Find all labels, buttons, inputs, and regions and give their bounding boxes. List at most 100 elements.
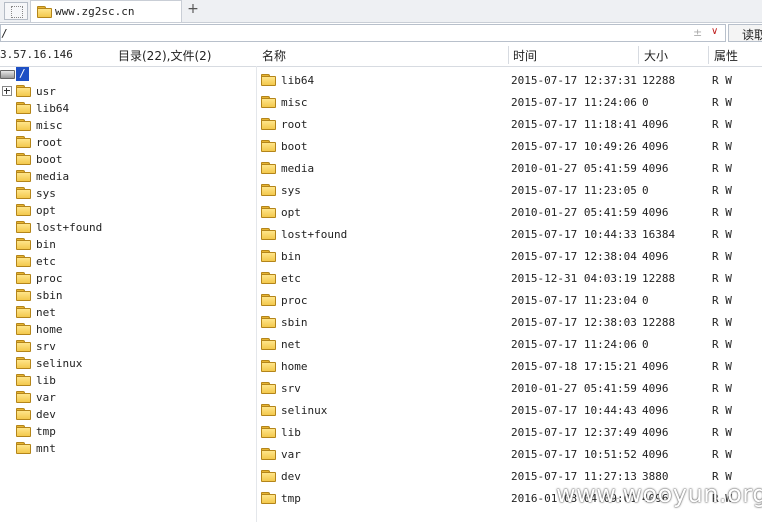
file-name: lost+found <box>281 228 348 241</box>
file-row[interactable]: etc 2015-12-31 04:03:19 12288 R W <box>257 267 762 289</box>
folder-icon <box>261 184 276 196</box>
file-time: 2015-07-17 10:44:43 <box>511 404 637 417</box>
file-time: 2015-07-17 11:18:41 <box>511 118 637 131</box>
file-name: media <box>281 162 315 175</box>
read-button[interactable]: 读取 <box>728 24 762 42</box>
file-row[interactable]: selinux 2015-07-17 10:44:43 4096 R W <box>257 399 762 421</box>
file-time: 2015-07-17 12:38:03 <box>511 316 637 329</box>
file-row[interactable]: var 2015-07-17 10:51:52 4096 R W <box>257 443 762 465</box>
tree-item[interactable]: lib <box>0 372 256 389</box>
file-name: bin <box>281 250 301 263</box>
file-row[interactable]: opt 2010-01-27 05:41:59 4096 R W <box>257 201 762 223</box>
folder-icon <box>261 360 276 372</box>
tree-item[interactable]: lib64 <box>0 100 256 117</box>
file-row[interactable]: sys 2015-07-17 11:23:05 0 R W <box>257 179 762 201</box>
column-divider[interactable] <box>708 46 709 64</box>
new-tab-plus-icon[interactable]: + <box>186 1 200 17</box>
folder-icon <box>16 187 31 199</box>
tree-item-label: mnt <box>36 442 56 455</box>
file-row[interactable]: net 2015-07-17 11:24:06 0 R W <box>257 333 762 355</box>
file-size: 0 <box>642 294 649 307</box>
folder-icon <box>16 85 31 97</box>
file-name: boot <box>281 140 308 153</box>
file-name: sys <box>281 184 301 197</box>
tree-item[interactable]: home <box>0 321 256 338</box>
tab-title: www.zg2sc.cn <box>55 5 135 18</box>
tree-item-label: misc <box>36 119 63 132</box>
tree-item[interactable]: net <box>0 304 256 321</box>
file-size: 12288 <box>642 316 676 329</box>
file-size: 4096 <box>642 162 669 175</box>
folder-icon <box>16 221 31 233</box>
tree-item-label: var <box>36 391 56 404</box>
tree-item[interactable]: opt <box>0 202 256 219</box>
file-row[interactable]: lib 2015-07-17 12:37:49 4096 R W <box>257 421 762 443</box>
folder-icon <box>16 374 31 386</box>
file-row[interactable]: root 2015-07-17 11:18:41 4096 R W <box>257 113 762 135</box>
expand-icon[interactable] <box>2 86 12 96</box>
folder-icon <box>16 442 31 454</box>
file-attr: R W <box>712 360 732 373</box>
column-divider[interactable] <box>508 46 509 64</box>
folder-icon <box>16 255 31 267</box>
file-row[interactable]: media 2010-01-27 05:41:59 4096 R W <box>257 157 762 179</box>
file-row[interactable]: misc 2015-07-17 11:24:06 0 R W <box>257 91 762 113</box>
folder-icon <box>261 228 276 240</box>
tree-item[interactable]: media <box>0 168 256 185</box>
tree-item[interactable]: usr <box>0 83 256 100</box>
file-row[interactable]: sbin 2015-07-17 12:38:03 12288 R W <box>257 311 762 333</box>
tree-item-label: lib <box>36 374 56 387</box>
file-name: lib64 <box>281 74 315 87</box>
tree-item[interactable]: boot <box>0 151 256 168</box>
sort-icon[interactable]: ± <box>693 26 702 39</box>
tab-menu-button[interactable] <box>4 2 28 20</box>
file-attr: R W <box>712 404 732 417</box>
tree-item[interactable]: proc <box>0 270 256 287</box>
tree-item[interactable]: selinux <box>0 355 256 372</box>
file-name: selinux <box>281 404 328 417</box>
file-time: 2015-07-17 10:49:26 <box>511 140 637 153</box>
file-row[interactable]: bin 2015-07-17 12:38:04 4096 R W <box>257 245 762 267</box>
file-row[interactable]: lib64 2015-07-17 12:37:31 12288 R W <box>257 69 762 91</box>
folder-icon <box>261 448 276 460</box>
drive-icon <box>0 70 15 79</box>
tree-item[interactable]: srv <box>0 338 256 355</box>
file-attr: R W <box>712 206 732 219</box>
file-row[interactable]: proc 2015-07-17 11:23:04 0 R W <box>257 289 762 311</box>
file-row[interactable]: home 2015-07-18 17:15:21 4096 R W <box>257 355 762 377</box>
tree-item[interactable]: misc <box>0 117 256 134</box>
folder-icon <box>37 6 52 18</box>
tab-site[interactable]: www.zg2sc.cn <box>30 0 182 22</box>
file-row[interactable]: boot 2015-07-17 10:49:26 4096 R W <box>257 135 762 157</box>
file-row[interactable]: srv 2010-01-27 05:41:59 4096 R W <box>257 377 762 399</box>
tree-item[interactable]: var <box>0 389 256 406</box>
file-row[interactable]: lost+found 2015-07-17 10:44:33 16384 R W <box>257 223 762 245</box>
file-size: 4096 <box>642 404 669 417</box>
tree-item[interactable]: sbin <box>0 287 256 304</box>
folder-icon <box>16 425 31 437</box>
column-time[interactable]: 时间 <box>513 47 537 64</box>
tree-item[interactable]: dev <box>0 406 256 423</box>
tree-item-label: srv <box>36 340 56 353</box>
tree-item[interactable]: mnt <box>0 440 256 457</box>
file-time: 2010-01-27 05:41:59 <box>511 382 637 395</box>
file-size: 4096 <box>642 360 669 373</box>
file-time: 2015-07-17 11:24:06 <box>511 96 637 109</box>
tree-item[interactable]: bin <box>0 236 256 253</box>
column-divider[interactable] <box>638 46 639 64</box>
tree-item[interactable]: root <box>0 134 256 151</box>
column-name[interactable]: 名称 <box>262 47 286 64</box>
path-input[interactable]: / ± ∨ <box>0 24 726 42</box>
folder-icon <box>16 119 31 131</box>
path-text: / <box>1 27 8 40</box>
tree-item[interactable]: lost+found <box>0 219 256 236</box>
file-attr: R W <box>712 338 732 351</box>
file-time: 2015-07-17 12:37:31 <box>511 74 637 87</box>
tree-item[interactable]: etc <box>0 253 256 270</box>
column-size[interactable]: 大小 <box>644 47 668 64</box>
file-size: 0 <box>642 184 649 197</box>
tree-item[interactable]: sys <box>0 185 256 202</box>
tree-item[interactable]: tmp <box>0 423 256 440</box>
column-attr[interactable]: 属性 <box>714 47 738 64</box>
chevron-down-icon[interactable]: ∨ <box>711 26 718 37</box>
